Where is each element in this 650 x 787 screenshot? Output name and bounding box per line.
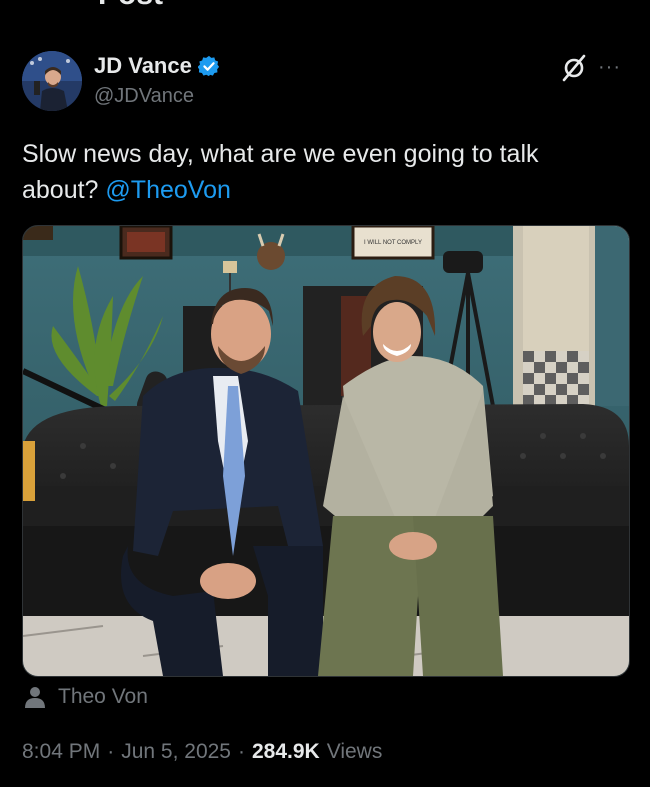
tagged-user[interactable]: Theo Von <box>24 685 148 709</box>
author-name[interactable]: JD Vance <box>94 53 192 79</box>
more-options-icon[interactable]: ··· <box>598 56 621 79</box>
verified-badge-icon <box>197 55 219 77</box>
meta-separator: · <box>237 740 245 763</box>
avatar[interactable] <box>22 51 82 111</box>
post-date[interactable]: Jun 5, 2025 <box>121 740 231 764</box>
views-count[interactable]: 284.9K <box>252 740 320 764</box>
views-label: Views <box>326 740 383 763</box>
back-arrow-icon[interactable] <box>22 0 52 6</box>
post-photo: I WILL NOT COMPLY <box>23 226 629 676</box>
mention-link[interactable]: @TheoVon <box>105 176 230 204</box>
top-bar: Post <box>0 0 650 14</box>
grok-slash-icon[interactable] <box>560 54 588 82</box>
person-icon <box>25 687 45 708</box>
avatar-photo <box>22 51 82 111</box>
meta-separator: · <box>107 740 115 763</box>
author-handle[interactable]: @JDVance <box>94 85 194 108</box>
post-text: Slow news day, what are we even going to… <box>22 136 612 208</box>
post-body: Slow news day, what are we even going to… <box>22 140 539 204</box>
post-image[interactable]: I WILL NOT COMPLY <box>22 225 630 677</box>
tagged-user-name[interactable]: Theo Von <box>58 685 148 709</box>
post-meta: 8:04 PM · Jun 5, 2025 · 284.9K Views <box>22 740 382 764</box>
sign-text: I WILL NOT COMPLY <box>364 240 422 246</box>
page-title: Post <box>98 0 163 12</box>
post-time[interactable]: 8:04 PM <box>22 740 100 764</box>
author-name-row[interactable]: JD Vance <box>94 53 220 79</box>
